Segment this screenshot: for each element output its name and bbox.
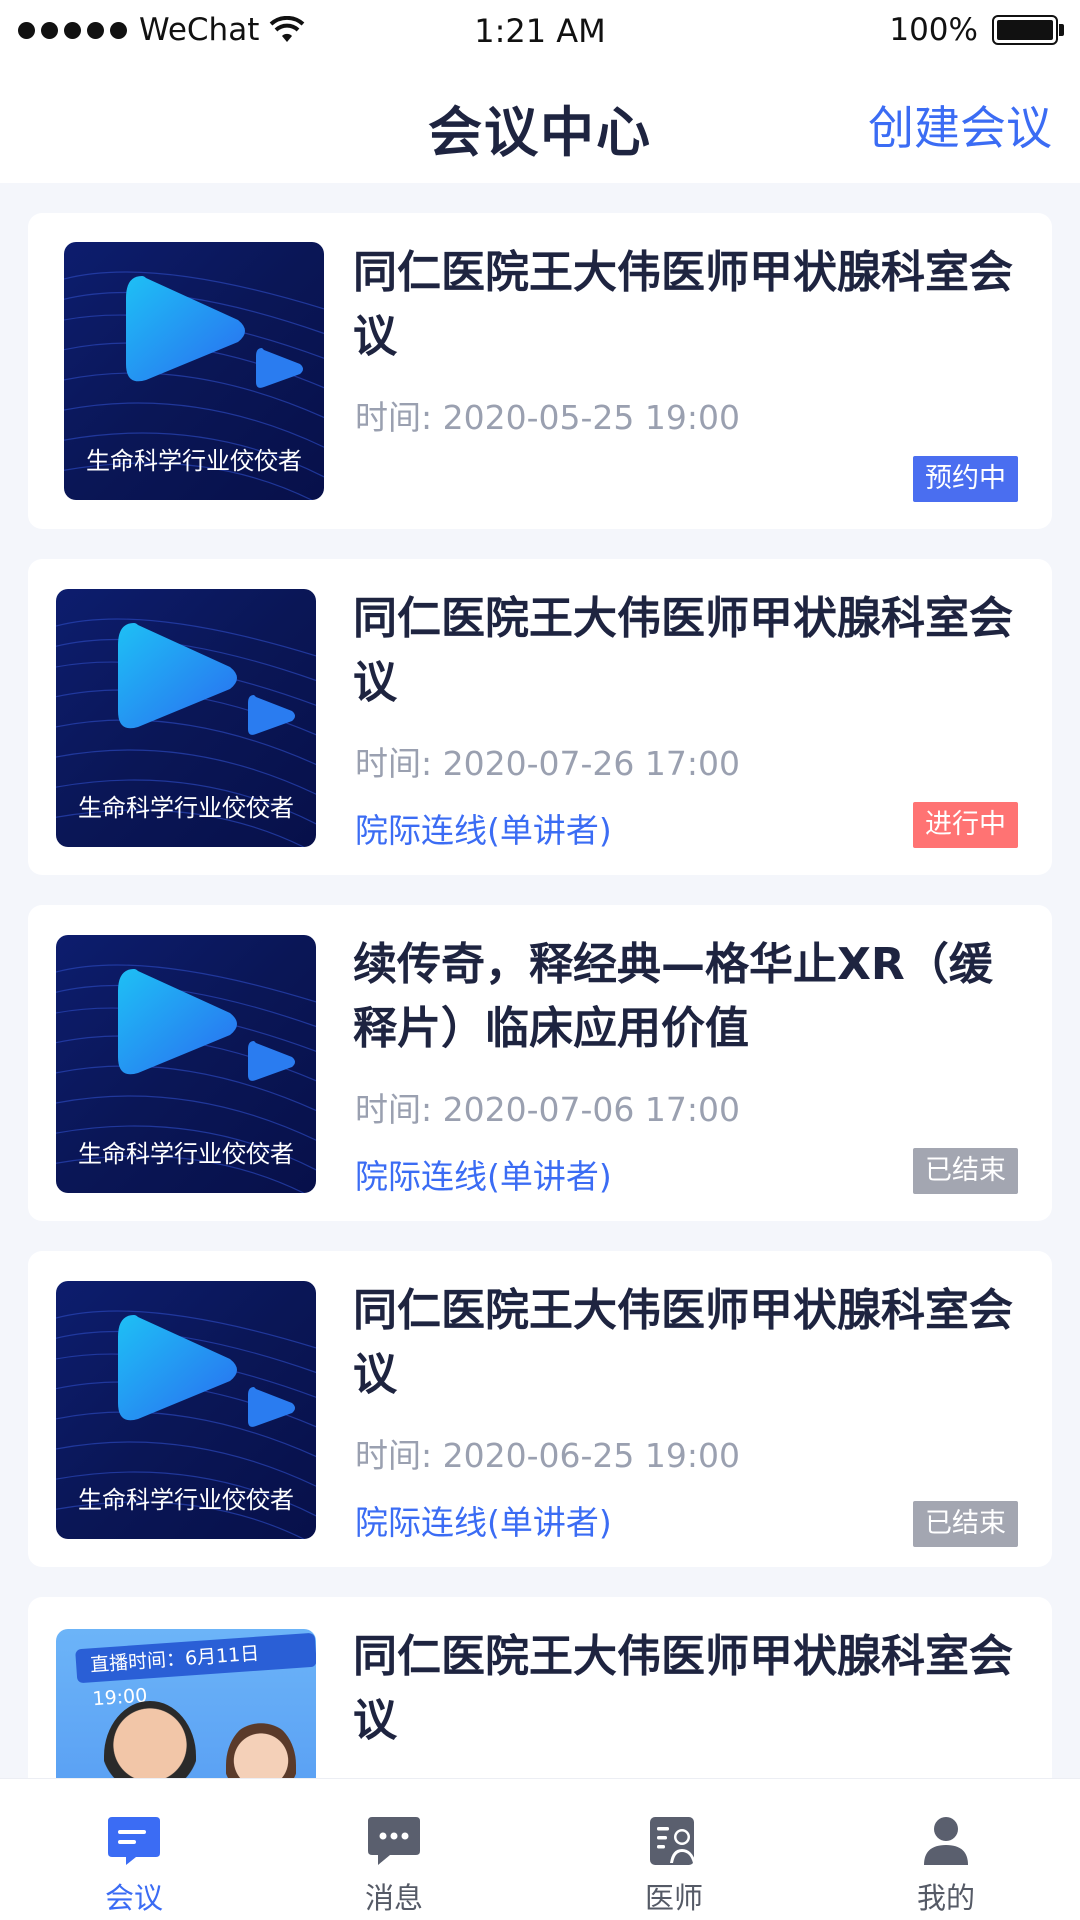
- tab-meetings[interactable]: 会议: [34, 1779, 234, 1920]
- thumbnail-caption: 生命科学行业佼佼者: [78, 794, 294, 822]
- status-badge: 已结束: [913, 1148, 1018, 1194]
- meeting-type: 院际连线(单讲者): [355, 1157, 612, 1196]
- meeting-type: 院际连线(单讲者): [355, 1503, 612, 1542]
- meeting-card[interactable]: 生命科学行业佼佼者 续传奇，释经典—格华止XR（缓释片）临床应用价值 时间: 2…: [28, 905, 1052, 1221]
- live-time-banner: 直播时间：6月11日 19:00: [75, 1632, 316, 1710]
- meeting-title: 同仁医院王大伟医师甲状腺科室会议: [353, 1285, 1013, 1400]
- battery-icon: [992, 15, 1064, 45]
- status-right: 100%: [889, 12, 1064, 48]
- play-small-icon: [248, 1387, 295, 1427]
- doctor-icon: [650, 1817, 696, 1865]
- meeting-icon: [108, 1817, 160, 1865]
- thumbnail-caption: 生命科学行业佼佼者: [86, 447, 302, 475]
- meeting-title: 续传奇，释经典—格华止XR（缓释片）临床应用价值: [353, 939, 993, 1054]
- tab-label: 我的: [916, 1881, 975, 1915]
- meeting-time: 时间: 2020-05-25 19:00: [355, 398, 740, 437]
- play-small-icon: [248, 1041, 295, 1081]
- meeting-title: 同仁医院王大伟医师甲状腺科室会议: [353, 247, 1013, 362]
- meeting-card[interactable]: 生命科学行业佼佼者 同仁医院王大伟医师甲状腺科室会议 时间: 2020-05-2…: [28, 213, 1052, 529]
- meeting-card[interactable]: 生命科学行业佼佼者 同仁医院王大伟医师甲状腺科室会议 时间: 2020-06-2…: [28, 1251, 1052, 1567]
- play-icon: [118, 623, 237, 729]
- status-badge: 进行中: [913, 802, 1018, 848]
- play-small-icon: [256, 348, 303, 388]
- profile-icon: [924, 1817, 968, 1865]
- meeting-thumbnail: 生命科学行业佼佼者: [56, 935, 316, 1193]
- meeting-time: 时间: 2020-06-25 19:00: [355, 1436, 740, 1475]
- tab-label: 消息: [364, 1881, 423, 1915]
- tab-bar: 会议 消息 医师 我的: [0, 1778, 1080, 1920]
- status-bar: WeChat 1:21 AM 100%: [0, 0, 1080, 64]
- create-meeting-button[interactable]: 创建会议: [868, 92, 1052, 158]
- tab-label: 会议: [104, 1881, 163, 1915]
- thumbnail-caption: 生命科学行业佼佼者: [78, 1140, 294, 1168]
- status-badge: 预约中: [913, 456, 1018, 502]
- tab-label: 医师: [644, 1881, 703, 1915]
- tab-profile[interactable]: 我的: [846, 1779, 1046, 1920]
- meeting-thumbnail: 生命科学行业佼佼者: [56, 589, 316, 847]
- play-small-icon: [248, 695, 295, 735]
- meeting-title: 同仁医院王大伟医师甲状腺科室会议: [353, 593, 1013, 708]
- message-icon: [368, 1817, 420, 1865]
- thumbnail-caption: 生命科学行业佼佼者: [78, 1486, 294, 1514]
- status-badge: 已结束: [913, 1501, 1018, 1547]
- meeting-title: 同仁医院王大伟医师甲状腺科室会议: [353, 1631, 1013, 1746]
- play-icon: [118, 1315, 237, 1421]
- battery-percent: 100%: [889, 12, 978, 48]
- meeting-thumbnail: 生命科学行业佼佼者: [64, 242, 324, 500]
- meeting-card[interactable]: 生命科学行业佼佼者 同仁医院王大伟医师甲状腺科室会议 时间: 2020-07-2…: [28, 559, 1052, 875]
- meeting-time: 时间: 2020-07-06 17:00: [355, 1090, 740, 1129]
- tab-messages[interactable]: 消息: [294, 1779, 494, 1920]
- meeting-thumbnail: 生命科学行业佼佼者: [56, 1281, 316, 1539]
- tab-doctors[interactable]: 医师: [574, 1779, 774, 1920]
- top-bar: WeChat 1:21 AM 100% 会议中心 创建会议: [0, 0, 1080, 183]
- meeting-time: 时间: 2020-07-26 17:00: [355, 744, 740, 783]
- meeting-type: 院际连线(单讲者): [355, 811, 612, 850]
- play-icon: [126, 276, 245, 382]
- play-icon: [118, 969, 237, 1075]
